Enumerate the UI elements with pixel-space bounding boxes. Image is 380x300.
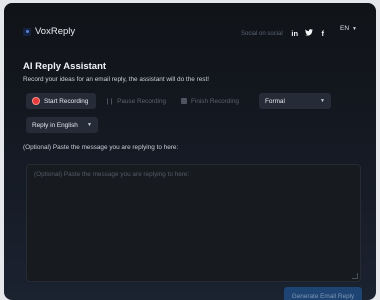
chevron-down-icon: ▼ <box>352 25 357 32</box>
brand-name: VoxReply <box>35 26 76 37</box>
start-recording-button[interactable]: Start Recording <box>26 93 96 109</box>
tone-select-value: Formal <box>265 97 285 105</box>
paste-message-label: (Optional) Paste the message you are rep… <box>23 144 179 151</box>
reply-language-select[interactable]: Reply in English ▼ <box>26 117 98 133</box>
brand-logo[interactable]: VoxReply <box>23 26 75 37</box>
linkedin-icon[interactable]: in <box>291 29 299 38</box>
twitter-icon[interactable] <box>304 29 313 38</box>
logo-icon <box>23 27 31 36</box>
facebook-icon[interactable]: f <box>319 29 327 38</box>
language-selector[interactable]: EN ▼ <box>340 25 357 32</box>
social-label: Social on social <box>241 30 283 37</box>
original-message-textarea[interactable]: (Optional) Paste the message you are rep… <box>26 164 361 282</box>
tone-select[interactable]: Formal ▼ <box>259 93 331 109</box>
record-icon <box>33 98 39 104</box>
pause-icon: ❙❙ <box>105 98 114 105</box>
stop-icon <box>181 98 187 104</box>
pause-recording-button[interactable]: ❙❙ Pause Recording <box>105 93 166 109</box>
social-links: Social on social in f <box>241 29 327 38</box>
resize-handle[interactable] <box>352 273 358 279</box>
chevron-down-icon: ▼ <box>87 122 92 128</box>
app-card: VoxReply Social on social in f EN ▼ AI R… <box>4 3 376 300</box>
finish-recording-label: Finish Recording <box>191 97 239 105</box>
pause-recording-label: Pause Recording <box>117 97 167 105</box>
reply-language-value: Reply in English <box>32 121 78 129</box>
finish-recording-button[interactable]: Finish Recording <box>181 93 239 109</box>
textarea-placeholder: (Optional) Paste the message you are rep… <box>34 171 190 178</box>
start-recording-label: Start Recording <box>44 97 89 105</box>
generate-email-reply-button[interactable]: Generate Email Reply <box>284 287 362 300</box>
page-subtitle: Record your ideas for an email reply, th… <box>23 76 210 83</box>
chevron-down-icon: ▼ <box>320 98 325 104</box>
language-value: EN <box>340 25 350 32</box>
page-title: AI Reply Assistant <box>23 61 107 72</box>
